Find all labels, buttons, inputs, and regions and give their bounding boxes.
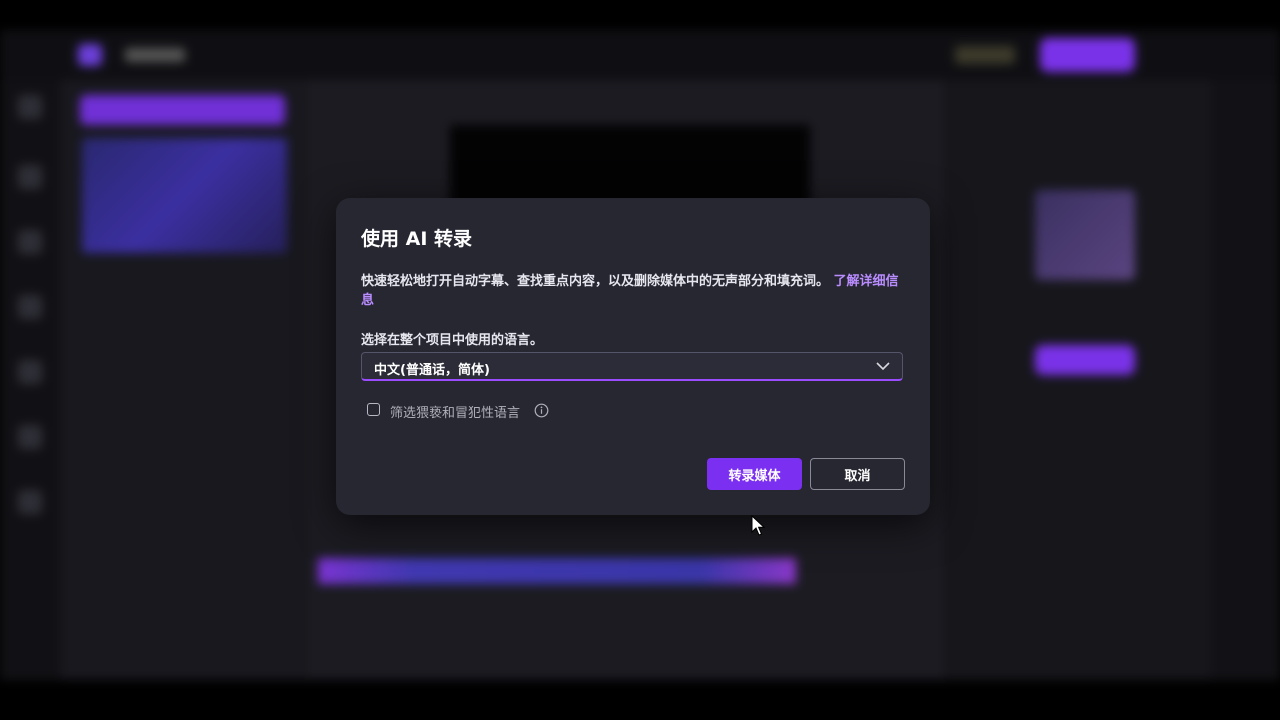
bg-right-rail xyxy=(1212,80,1280,680)
bg-right-panel xyxy=(950,80,1210,680)
bg-left-rail xyxy=(0,80,60,680)
bg-logo xyxy=(78,44,102,66)
profanity-filter-checkbox[interactable] xyxy=(367,403,380,416)
description-text: 快速轻松地打开自动字幕、查找重点内容，以及删除媒体中的无声部分和填充词。 xyxy=(361,274,830,289)
bg-export-button xyxy=(1040,38,1135,72)
mouse-pointer-icon xyxy=(751,515,765,536)
bg-right-button xyxy=(1035,345,1135,375)
bg-timeline-clip xyxy=(318,558,796,584)
profanity-filter-label: 筛选猥亵和冒犯性语言 xyxy=(390,406,521,421)
language-label: 选择在整个项目中使用的语言。 xyxy=(361,333,544,348)
info-icon[interactable] xyxy=(534,403,549,418)
transcribe-media-button[interactable]: 转录媒体 xyxy=(707,458,802,490)
chevron-down-icon xyxy=(876,362,890,371)
dialog-description: 快速轻松地打开自动字幕、查找重点内容，以及删除媒体中的无声部分和填充词。 了解详… xyxy=(361,272,911,310)
bg-top-bar xyxy=(0,30,1280,80)
cancel-button[interactable]: 取消 xyxy=(810,458,905,490)
language-dropdown[interactable]: 中文(普通话，简体) xyxy=(361,352,903,381)
dialog-title: 使用 AI 转录 xyxy=(361,228,473,250)
ai-transcribe-dialog: 使用 AI 转录 快速轻松地打开自动字幕、查找重点内容，以及删除媒体中的无声部分… xyxy=(336,198,930,515)
bg-project-title xyxy=(125,48,185,62)
language-selected-value: 中文(普通话，简体) xyxy=(374,363,490,378)
bg-media-thumbnail xyxy=(82,138,287,253)
bg-import-button xyxy=(80,95,285,125)
bg-badge xyxy=(955,46,1015,64)
bg-right-illustration xyxy=(1035,190,1135,280)
